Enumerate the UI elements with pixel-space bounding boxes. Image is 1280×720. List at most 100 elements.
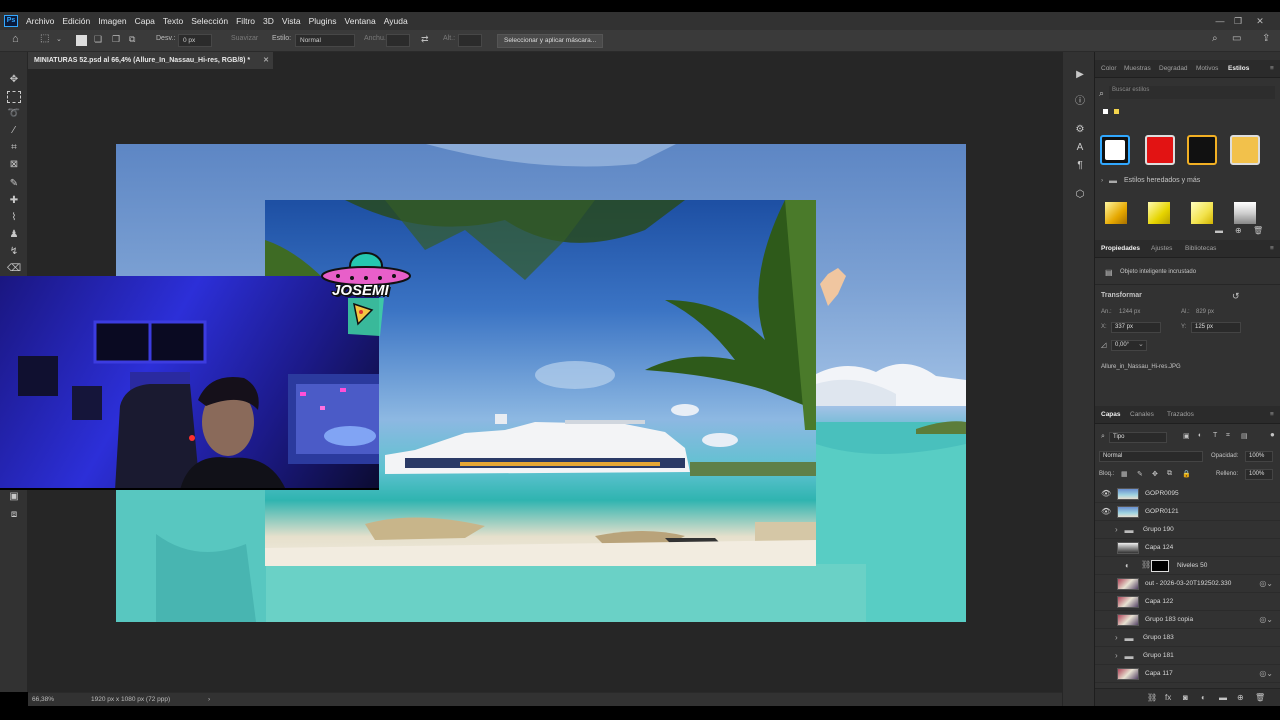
preset-style-3[interactable] bbox=[1191, 202, 1213, 224]
search-styles-input[interactable]: Buscar estilos bbox=[1109, 86, 1275, 99]
feather-input[interactable]: 0 px bbox=[178, 34, 212, 47]
height-value[interactable]: 829 px bbox=[1196, 309, 1214, 315]
layer-group-row[interactable]: › ▬ Grupo 181 bbox=[1095, 647, 1280, 665]
chevron-right-icon[interactable]: › bbox=[1115, 633, 1118, 642]
tab-libraries[interactable]: Bibliotecas bbox=[1185, 245, 1216, 252]
layer-row[interactable]: 👁 GOPR0121 bbox=[1095, 503, 1280, 521]
tab-swatches[interactable]: Muestras bbox=[1124, 65, 1151, 72]
new-layer-icon[interactable]: ⊕ bbox=[1237, 693, 1244, 702]
panel-menu-icon[interactable]: ≡ bbox=[1270, 411, 1274, 418]
chevron-right-icon[interactable]: › bbox=[1115, 525, 1118, 534]
delete-style-icon[interactable]: 🗑 bbox=[1253, 226, 1263, 235]
style-select[interactable]: Normal bbox=[295, 34, 355, 47]
close-tab-icon[interactable]: ✕ bbox=[263, 52, 269, 69]
frame-tool-icon[interactable]: ⊠ bbox=[7, 159, 21, 171]
swap-icon[interactable]: ⇄ bbox=[421, 34, 429, 45]
menu-imagen[interactable]: Imagen bbox=[98, 16, 126, 26]
style-swatch-black[interactable] bbox=[1187, 135, 1217, 165]
visibility-toggle[interactable] bbox=[1101, 543, 1111, 553]
lock-transparency-icon[interactable]: ▦ bbox=[1121, 470, 1128, 478]
filter-shape-icon[interactable]: ⌗ bbox=[1226, 432, 1230, 440]
layer-row[interactable]: out - 2026-03-20T192502.330 ◎⌄ bbox=[1095, 575, 1280, 593]
add-mask-icon[interactable]: ◙ bbox=[1183, 693, 1188, 702]
filter-type-icon[interactable]: T bbox=[1213, 432, 1217, 439]
menu-ayuda[interactable]: Ayuda bbox=[384, 16, 408, 26]
visibility-toggle[interactable] bbox=[1101, 579, 1111, 589]
lasso-tool-icon[interactable]: ➰ bbox=[7, 108, 21, 120]
small-swatch-white[interactable] bbox=[1103, 109, 1108, 114]
menu-ventana[interactable]: Ventana bbox=[345, 16, 376, 26]
menu-seleccion[interactable]: Selección bbox=[191, 16, 228, 26]
lock-pixels-icon[interactable]: ✎ bbox=[1137, 470, 1143, 478]
width-value[interactable]: 1244 px bbox=[1119, 309, 1140, 315]
new-group-icon[interactable]: ▬ bbox=[1215, 226, 1223, 235]
lock-artboard-icon[interactable]: ⧉ bbox=[1167, 470, 1172, 478]
panel-menu-icon[interactable]: ≡ bbox=[1270, 65, 1274, 72]
brush-tool-icon[interactable]: ⌇ bbox=[7, 212, 21, 224]
filter-toggle-icon[interactable]: ● bbox=[1270, 430, 1275, 439]
width-input[interactable] bbox=[386, 34, 410, 47]
layer-group-row[interactable]: › ▬ Grupo 183 bbox=[1095, 629, 1280, 647]
lock-position-icon[interactable]: ✥ bbox=[1152, 470, 1158, 478]
visibility-eye-icon[interactable]: 👁 bbox=[1101, 489, 1111, 499]
marquee-tool-icon[interactable]: ⬚ bbox=[40, 33, 49, 44]
info-icon[interactable]: ⓘ bbox=[1074, 96, 1086, 108]
chevron-right-icon[interactable]: › bbox=[1101, 177, 1103, 184]
visibility-eye-icon[interactable]: 👁 bbox=[1101, 507, 1111, 517]
y-position-input[interactable]: 125 px bbox=[1191, 322, 1241, 333]
menu-edicion[interactable]: Edición bbox=[62, 16, 90, 26]
tab-patterns[interactable]: Motivos bbox=[1196, 65, 1218, 72]
subtract-selection-icon[interactable]: ❐ bbox=[112, 34, 120, 45]
rectangular-marquee-tool-icon[interactable] bbox=[7, 91, 21, 103]
inherited-styles-label[interactable]: Estilos heredados y más bbox=[1124, 177, 1200, 184]
zoom-level[interactable]: 66,38% bbox=[32, 696, 54, 703]
tab-layers[interactable]: Capas bbox=[1101, 411, 1121, 418]
close-window-icon[interactable]: ✕ bbox=[1250, 12, 1270, 30]
screen-mode-icon[interactable]: ⧈ bbox=[7, 509, 21, 521]
layer-row[interactable]: Capa 122 bbox=[1095, 593, 1280, 611]
tab-adjustments[interactable]: Ajustes bbox=[1151, 245, 1172, 252]
layer-row[interactable]: Grupo 183 copia ◎⌄ bbox=[1095, 611, 1280, 629]
intersect-selection-icon[interactable]: ⧉ bbox=[129, 34, 135, 45]
tab-properties[interactable]: Propiedades bbox=[1101, 245, 1140, 252]
brush-settings-icon[interactable]: ⚙ bbox=[1074, 124, 1086, 136]
visibility-toggle[interactable] bbox=[1101, 525, 1111, 535]
search-icon[interactable]: ⌕ bbox=[1212, 33, 1218, 44]
select-and-mask-button[interactable]: Seleccionar y aplicar máscara... bbox=[497, 34, 604, 48]
lock-all-icon[interactable]: 🔒 bbox=[1182, 470, 1191, 478]
home-icon[interactable]: ⌂ bbox=[12, 33, 19, 45]
chevron-right-icon[interactable]: › bbox=[1115, 651, 1118, 660]
menu-vista[interactable]: Vista bbox=[282, 16, 301, 26]
layer-row[interactable]: ◐ ⛓ Niveles 50 bbox=[1095, 557, 1280, 575]
visibility-toggle[interactable] bbox=[1101, 651, 1111, 661]
layer-style-icon[interactable]: fx bbox=[1165, 693, 1171, 702]
style-swatch-gold[interactable] bbox=[1230, 135, 1260, 165]
menu-filtro[interactable]: Filtro bbox=[236, 16, 255, 26]
filter-adjustment-icon[interactable]: ◐ bbox=[1198, 432, 1202, 439]
quick-selection-tool-icon[interactable]: ⁄ bbox=[7, 125, 21, 137]
minimize-icon[interactable]: — bbox=[1210, 12, 1230, 30]
style-swatch-red[interactable] bbox=[1145, 135, 1175, 165]
visibility-toggle[interactable] bbox=[1101, 597, 1111, 607]
menu-3d[interactable]: 3D bbox=[263, 16, 274, 26]
visibility-toggle[interactable] bbox=[1101, 561, 1111, 571]
clone-stamp-tool-icon[interactable]: ♟ bbox=[7, 229, 21, 241]
menu-capa[interactable]: Capa bbox=[135, 16, 155, 26]
style-swatch-white[interactable] bbox=[1100, 135, 1130, 165]
small-swatch-yellow[interactable] bbox=[1114, 109, 1119, 114]
tab-paths[interactable]: Trazados bbox=[1167, 411, 1194, 418]
paragraph-icon[interactable]: ¶ bbox=[1074, 160, 1086, 172]
new-selection-icon[interactable] bbox=[76, 35, 87, 46]
layer-row[interactable]: Capa 124 bbox=[1095, 539, 1280, 557]
history-brush-tool-icon[interactable]: ↯ bbox=[7, 246, 21, 258]
share-icon[interactable]: ⇪ bbox=[1262, 33, 1270, 44]
layer-row[interactable]: Capa 117 ◎⌄ bbox=[1095, 665, 1280, 683]
visibility-toggle[interactable] bbox=[1101, 615, 1111, 625]
quick-mask-icon[interactable]: ▣ bbox=[7, 491, 21, 503]
restore-icon[interactable]: ❐ bbox=[1228, 12, 1248, 30]
angle-dropdown-icon[interactable]: ⌄ bbox=[1138, 340, 1144, 348]
filter-smart-icon[interactable]: ▤ bbox=[1241, 432, 1248, 440]
play-icon[interactable]: ▶ bbox=[1074, 69, 1086, 81]
tab-styles[interactable]: Estilos bbox=[1228, 65, 1249, 72]
workspace-icon[interactable]: ▭ bbox=[1232, 33, 1241, 44]
